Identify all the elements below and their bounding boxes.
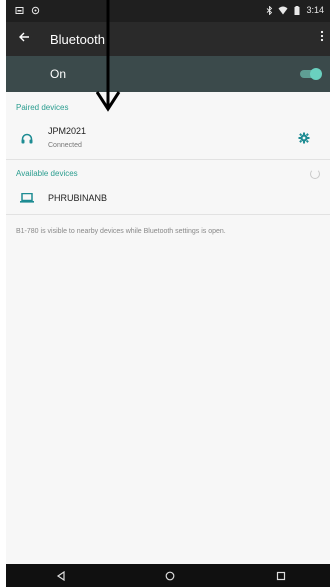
section-divider: [6, 159, 330, 160]
available-devices-header: Available devices: [16, 169, 78, 178]
battery-icon: [292, 5, 302, 15]
status-time: 3:14: [306, 5, 324, 15]
gear-icon[interactable]: [298, 132, 310, 144]
home-icon[interactable]: [163, 569, 177, 583]
notification-icon: [14, 5, 24, 15]
bluetooth-toggle[interactable]: [300, 68, 322, 80]
laptop-icon: [20, 191, 34, 205]
overflow-menu-icon[interactable]: [320, 30, 324, 44]
system-navigation-bar: [6, 564, 330, 587]
annotation-arrow: [95, 0, 126, 112]
switch-state-label: On: [50, 67, 67, 81]
back-icon[interactable]: [54, 569, 68, 583]
bluetooth-settings-screen: 3:14 Bluetooth On Paired devices JPM2021…: [6, 0, 330, 587]
visibility-note: B1-780 is visible to nearby devices whil…: [16, 228, 226, 235]
bluetooth-icon: [264, 5, 274, 15]
app-toolbar: Bluetooth: [6, 22, 330, 56]
paired-device-name: JPM2021: [48, 126, 87, 136]
toggle-thumb: [310, 68, 322, 80]
bluetooth-master-switch-bar[interactable]: On: [6, 56, 330, 92]
paired-devices-header: Paired devices: [16, 103, 69, 112]
scanning-spinner-icon: [310, 169, 320, 179]
headphones-icon: [20, 131, 34, 145]
recents-icon[interactable]: [274, 569, 288, 583]
paired-device-status: Connected: [48, 142, 82, 149]
gallery-icon: [30, 5, 40, 15]
section-divider: [6, 214, 330, 215]
back-arrow-icon[interactable]: [18, 30, 30, 48]
status-bar: 3:14: [6, 0, 330, 22]
wifi-icon: [278, 5, 288, 15]
available-device-name: PHRUBINANB: [48, 193, 108, 203]
